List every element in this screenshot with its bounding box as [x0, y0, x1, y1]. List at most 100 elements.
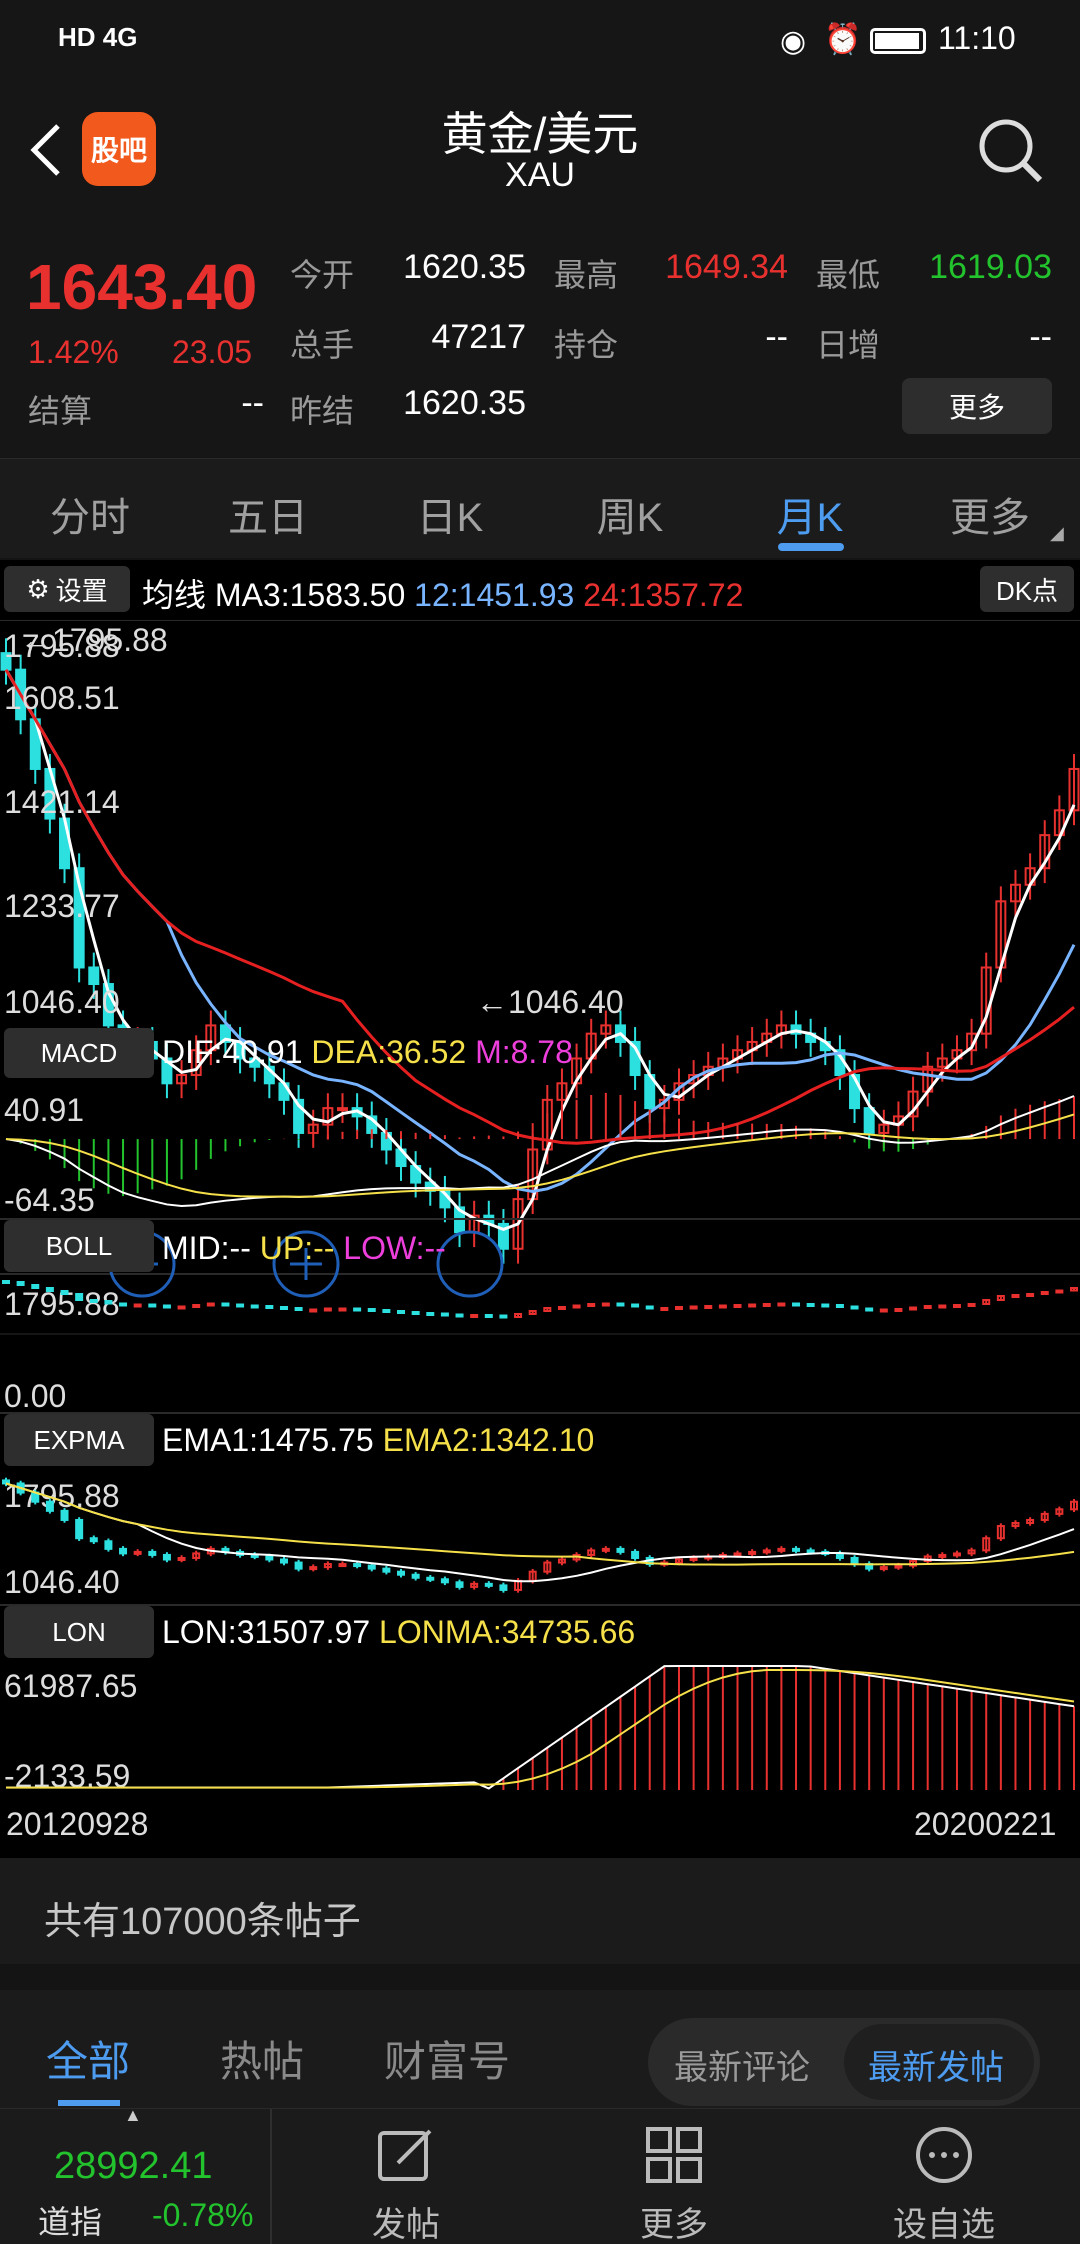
candle-body [631, 1550, 640, 1559]
candle-body [645, 1305, 654, 1310]
candle-body [879, 1308, 888, 1313]
app-header: 股吧 黄金/美元 XAU [0, 80, 1080, 230]
expma-button[interactable]: EXPMA [4, 1414, 154, 1466]
tab-intraday[interactable]: 分时 [20, 485, 160, 543]
candle-body [367, 1308, 376, 1312]
candle-body [674, 1306, 683, 1310]
candle-body [835, 1552, 844, 1559]
candle-body [792, 1302, 801, 1307]
gear-icon: ⚙ [26, 573, 50, 604]
guba-logo[interactable]: 股吧 [82, 112, 156, 186]
active-tab-indicator [778, 543, 844, 551]
prev-settle-value: 1620.35 [403, 384, 526, 422]
candle-body [60, 1290, 69, 1295]
post-tab-hot[interactable]: 热帖 [220, 2028, 304, 2089]
candle-body [162, 1304, 171, 1309]
candle-body [382, 1567, 391, 1573]
posts-count-text: 共有107000条帖子 [44, 1901, 361, 1943]
post-tab-all[interactable]: 全部 [46, 2028, 130, 2089]
dk-point-button[interactable]: DK点 [980, 566, 1074, 612]
candle-body [733, 1552, 742, 1557]
tab-daily-k[interactable]: 日K [380, 485, 520, 543]
candle-body [75, 1293, 84, 1301]
candle-body [119, 1547, 128, 1555]
candle-body [792, 1547, 801, 1552]
grid-icon[interactable] [642, 2123, 706, 2187]
tab-more[interactable]: 更多 [920, 485, 1060, 543]
compose-icon[interactable] [374, 2123, 438, 2187]
macd-m: M:8.78 [475, 1034, 573, 1070]
candle-body [338, 1563, 347, 1568]
candle-body [631, 1303, 640, 1308]
candle-body [309, 1308, 318, 1313]
candle-body [323, 1307, 332, 1312]
ma-label: 均线 [142, 577, 207, 613]
open-label: 今开 [290, 257, 355, 293]
chart-settings-button[interactable]: ⚙ 设置 [4, 566, 130, 612]
boll-candlesticks [2, 1280, 1078, 1319]
candle-body [835, 1304, 844, 1308]
candle-body [1011, 1294, 1020, 1298]
expma-chart-svg [2, 1477, 1078, 1593]
boll-separator [0, 1218, 1080, 1220]
macd-dea: DEA:36.52 [311, 1034, 467, 1070]
more-quote-button[interactable]: 更多 [902, 378, 1052, 434]
index-value[interactable]: 28992.41 [54, 2145, 213, 2188]
network-indicator: HD 4G [58, 22, 138, 52]
sort-latest-post[interactable]: 最新发帖 [868, 2040, 1004, 2089]
page-subtitle: XAU [505, 156, 575, 194]
ellipsis-circle-icon[interactable] [912, 2123, 976, 2187]
candle-body [952, 1552, 961, 1557]
candle-body [148, 1303, 157, 1308]
lon-button[interactable]: LON [4, 1606, 154, 1658]
eye-icon: ◉ [780, 25, 807, 58]
post-tab-fortune[interactable]: 财富号 [384, 2028, 510, 2089]
search-icon[interactable] [976, 116, 1046, 186]
ma24-value: 24:1357.72 [583, 577, 744, 613]
tab-weekly-k[interactable]: 周K [560, 485, 700, 543]
volume-label: 总手 [290, 327, 355, 363]
prev-settle-label: 昨结 [290, 393, 355, 429]
candle-body [353, 1307, 362, 1312]
nav-watchlist[interactable]: 设自选 [854, 2197, 1034, 2244]
candle-body [265, 1305, 274, 1309]
candle-body [294, 1307, 303, 1311]
candle-body [45, 1287, 54, 1292]
candle-body [806, 1303, 815, 1307]
candle-body [367, 1564, 376, 1570]
tab-five-day[interactable]: 五日 [198, 485, 338, 543]
boll-up: UP:-- [259, 1230, 335, 1266]
macd-histogram [19, 1092, 1075, 1197]
high-value: 1649.34 [665, 248, 788, 286]
sort-latest-comment[interactable]: 最新评论 [674, 2040, 810, 2089]
candle-body [601, 1547, 610, 1552]
nav-post[interactable]: 发帖 [316, 2197, 496, 2244]
candle-body [938, 1304, 947, 1309]
candle-body [616, 1302, 625, 1307]
sort-toggle: 最新评论 最新发帖 [648, 2018, 1040, 2106]
posts-count-bar: 共有107000条帖子 [0, 1858, 1080, 1964]
candle-body [206, 1302, 215, 1307]
candle-body [104, 1540, 113, 1550]
candle-body [689, 1556, 698, 1561]
position-value: -- [765, 318, 788, 356]
candle-body [353, 1563, 362, 1568]
quote-panel: 1643.40 1.42% 23.05 结算 -- 今开 1620.35 最高 … [0, 230, 1080, 458]
candle-body [894, 1564, 903, 1569]
index-change: -0.78% [152, 2197, 254, 2233]
macd-button[interactable]: MACD [4, 1028, 154, 1078]
candle-body [16, 1281, 25, 1286]
candle-body [484, 1314, 493, 1318]
back-arrow-icon[interactable] [26, 120, 66, 180]
battery-icon [870, 28, 926, 54]
candle-body [162, 1553, 171, 1561]
nav-more[interactable]: 更多 [584, 2197, 764, 2244]
expma-legend: EMA1:1475.75 EMA2:1342.10 [162, 1422, 594, 1459]
kline-chart-area: ⚙ 设置 均线 MA3:1583.50 12:1451.93 24:1357.72… [0, 560, 1080, 1858]
lon-histogram [502, 1666, 1075, 1790]
boll-button[interactable]: BOLL [4, 1220, 154, 1272]
candle-body [45, 1500, 54, 1512]
tab-monthly-k[interactable]: 月K [740, 485, 880, 543]
open-value: 1620.35 [403, 248, 526, 286]
price-tick-2: 1608.51 [4, 680, 120, 716]
